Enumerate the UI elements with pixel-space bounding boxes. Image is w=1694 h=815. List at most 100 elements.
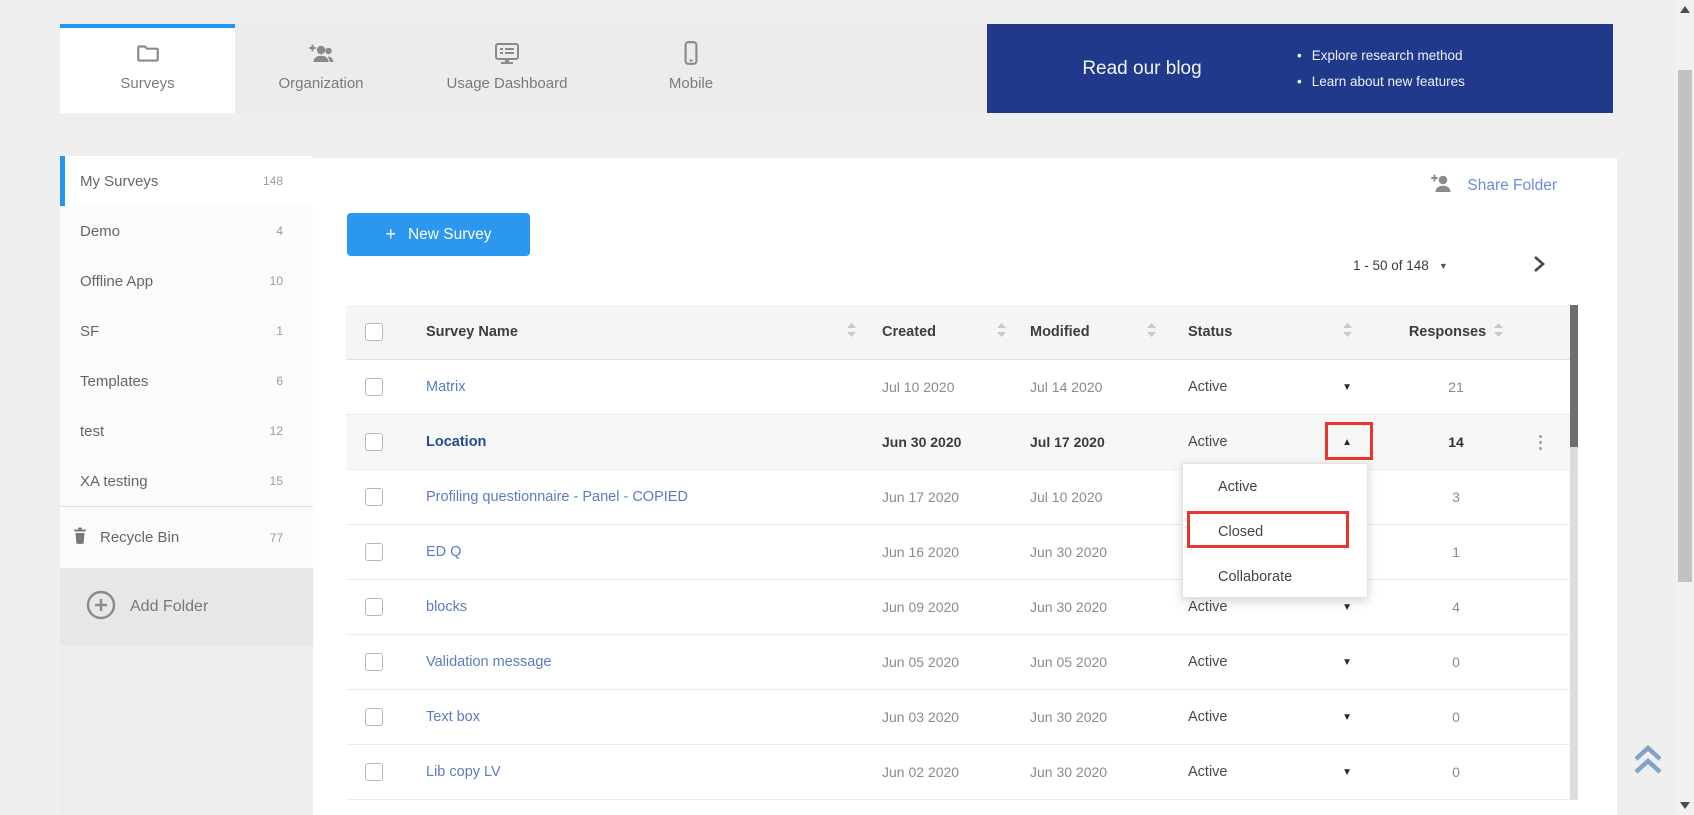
menu-item-collaborate[interactable]: Collaborate [1183, 554, 1367, 599]
table-row: Matrix Jul 10 2020 Jul 14 2020 Active▼ 2… [346, 360, 1577, 415]
created-date: Jun 09 2020 [882, 599, 959, 615]
tab-organization[interactable]: Organization [235, 24, 407, 113]
created-date: Jun 03 2020 [882, 709, 959, 725]
share-folder-link[interactable]: Share Folder [1429, 172, 1557, 199]
modified-date: Jun 30 2020 [1030, 599, 1107, 615]
sidebar-item-test[interactable]: test 12 [60, 406, 313, 456]
survey-name-link[interactable]: Matrix [426, 379, 465, 395]
sort-icon[interactable] [1147, 323, 1156, 342]
sort-icon[interactable] [1494, 323, 1503, 342]
add-people-icon [306, 40, 336, 66]
folder-label: Offline App [80, 273, 270, 290]
tab-usage-dashboard[interactable]: Usage Dashboard [407, 24, 607, 113]
row-checkbox[interactable] [365, 488, 383, 506]
responses-count: 0 [1452, 654, 1460, 670]
survey-name-link[interactable]: Location [426, 434, 486, 450]
sidebar-item-offline-app[interactable]: Offline App 10 [60, 256, 313, 306]
header-modified[interactable]: Modified [1030, 324, 1090, 340]
scrollbar-up-arrow-icon[interactable] [1680, 6, 1690, 13]
folder-count: 15 [270, 474, 283, 488]
table-scrollbar-thumb[interactable] [1570, 305, 1578, 447]
row-checkbox[interactable] [365, 598, 383, 616]
menu-item-closed[interactable]: Closed [1183, 509, 1367, 554]
tab-label: Usage Dashboard [447, 75, 568, 92]
responses-count: 0 [1452, 764, 1460, 780]
survey-name-link[interactable]: blocks [426, 599, 467, 615]
row-checkbox[interactable] [365, 763, 383, 781]
row-checkbox[interactable] [365, 433, 383, 451]
page-scrollbar-thumb[interactable] [1678, 70, 1692, 582]
banner-bullet-list: Explore research method Learn about new … [1297, 43, 1465, 95]
sidebar-item-templates[interactable]: Templates 6 [60, 356, 313, 406]
folder-label: test [80, 423, 270, 440]
status-caret-down-icon[interactable]: ▼ [1342, 767, 1352, 778]
folder-label: Demo [80, 223, 276, 240]
survey-name-link[interactable]: Text box [426, 709, 480, 725]
survey-name-link[interactable]: Lib copy LV [426, 764, 501, 780]
scroll-to-top-button[interactable] [1632, 742, 1664, 783]
tab-surveys[interactable]: Surveys [60, 24, 235, 113]
tab-label: Mobile [669, 75, 713, 92]
sort-icon[interactable] [847, 323, 856, 342]
row-checkbox[interactable] [365, 708, 383, 726]
banner-bullet: Explore research method [1297, 43, 1465, 69]
scrollbar-down-arrow-icon[interactable] [1680, 802, 1690, 809]
row-checkbox[interactable] [365, 378, 383, 396]
sidebar-item-recycle-bin[interactable]: Recycle Bin 77 [60, 506, 313, 568]
header-responses[interactable]: Responses [1409, 324, 1486, 340]
modified-date: Jun 05 2020 [1030, 654, 1107, 670]
status-caret-down-icon[interactable]: ▼ [1342, 382, 1352, 393]
modified-date: Jul 14 2020 [1030, 379, 1102, 395]
status-caret-down-icon[interactable]: ▼ [1342, 657, 1352, 668]
survey-name-link[interactable]: ED Q [426, 544, 461, 560]
row-checkbox[interactable] [365, 543, 383, 561]
status-caret-down-icon[interactable]: ▼ [1342, 712, 1352, 723]
sidebar-item-demo[interactable]: Demo 4 [60, 206, 313, 256]
created-date: Jun 30 2020 [882, 434, 961, 450]
folder-label: Templates [80, 373, 276, 390]
folder-sidebar: My Surveys 148 Demo 4 Offline App 10 SF … [60, 156, 313, 815]
responses-count: 0 [1452, 709, 1460, 725]
table-scrollbar[interactable] [1570, 305, 1578, 800]
menu-item-active[interactable]: Active [1183, 464, 1367, 509]
dashboard-icon [493, 40, 521, 66]
banner-title[interactable]: Read our blog [987, 58, 1297, 80]
next-page-button[interactable] [1531, 254, 1547, 279]
recycle-bin-label: Recycle Bin [100, 529, 270, 546]
table-row: Validation message Jun 05 2020 Jun 05 20… [346, 635, 1577, 690]
table-row: ED Q Jun 16 2020 Jun 30 2020 Active▼ 1 [346, 525, 1577, 580]
folder-count: 1 [276, 324, 283, 338]
header-created[interactable]: Created [882, 324, 936, 340]
plus-icon: + [385, 224, 396, 245]
survey-name-link[interactable]: Profiling questionnaire - Panel - COPIED [426, 489, 688, 505]
survey-name-link[interactable]: Validation message [426, 654, 551, 670]
header-status[interactable]: Status [1188, 324, 1232, 340]
status-caret-up-icon[interactable]: ▲ [1342, 437, 1352, 448]
folder-icon [135, 40, 161, 66]
tab-label: Surveys [120, 75, 174, 92]
surveys-table: Survey Name Created Modified Status Resp… [346, 305, 1577, 800]
row-menu-kebab-icon[interactable] [1504, 435, 1577, 450]
pagination-range-selector[interactable]: 1 - 50 of 148 ▼ [1353, 258, 1448, 273]
blog-banner[interactable]: Read our blog Explore research method Le… [987, 24, 1613, 113]
status-caret-down-icon[interactable]: ▼ [1342, 602, 1352, 613]
sort-icon[interactable] [1343, 323, 1352, 342]
header-survey-name[interactable]: Survey Name [426, 324, 518, 340]
select-all-checkbox[interactable] [365, 323, 383, 341]
tab-label: Organization [278, 75, 363, 92]
tab-mobile[interactable]: Mobile [607, 24, 775, 113]
row-checkbox[interactable] [365, 653, 383, 671]
new-survey-button[interactable]: + New Survey [347, 213, 530, 256]
sidebar-item-sf[interactable]: SF 1 [60, 306, 313, 356]
modified-date: Jun 30 2020 [1030, 544, 1107, 560]
modified-date: Jul 10 2020 [1030, 489, 1102, 505]
modified-date: Jun 30 2020 [1030, 764, 1107, 780]
sort-icon[interactable] [997, 323, 1006, 342]
sidebar-item-my-surveys[interactable]: My Surveys 148 [60, 156, 313, 206]
add-folder-button[interactable]: Add Folder [60, 568, 313, 646]
modified-date: Jun 30 2020 [1030, 709, 1107, 725]
page-scrollbar[interactable] [1676, 0, 1694, 815]
sidebar-item-xa-testing[interactable]: XA testing 15 [60, 456, 313, 506]
add-folder-label: Add Folder [130, 598, 208, 616]
recycle-bin-count: 77 [270, 531, 283, 545]
